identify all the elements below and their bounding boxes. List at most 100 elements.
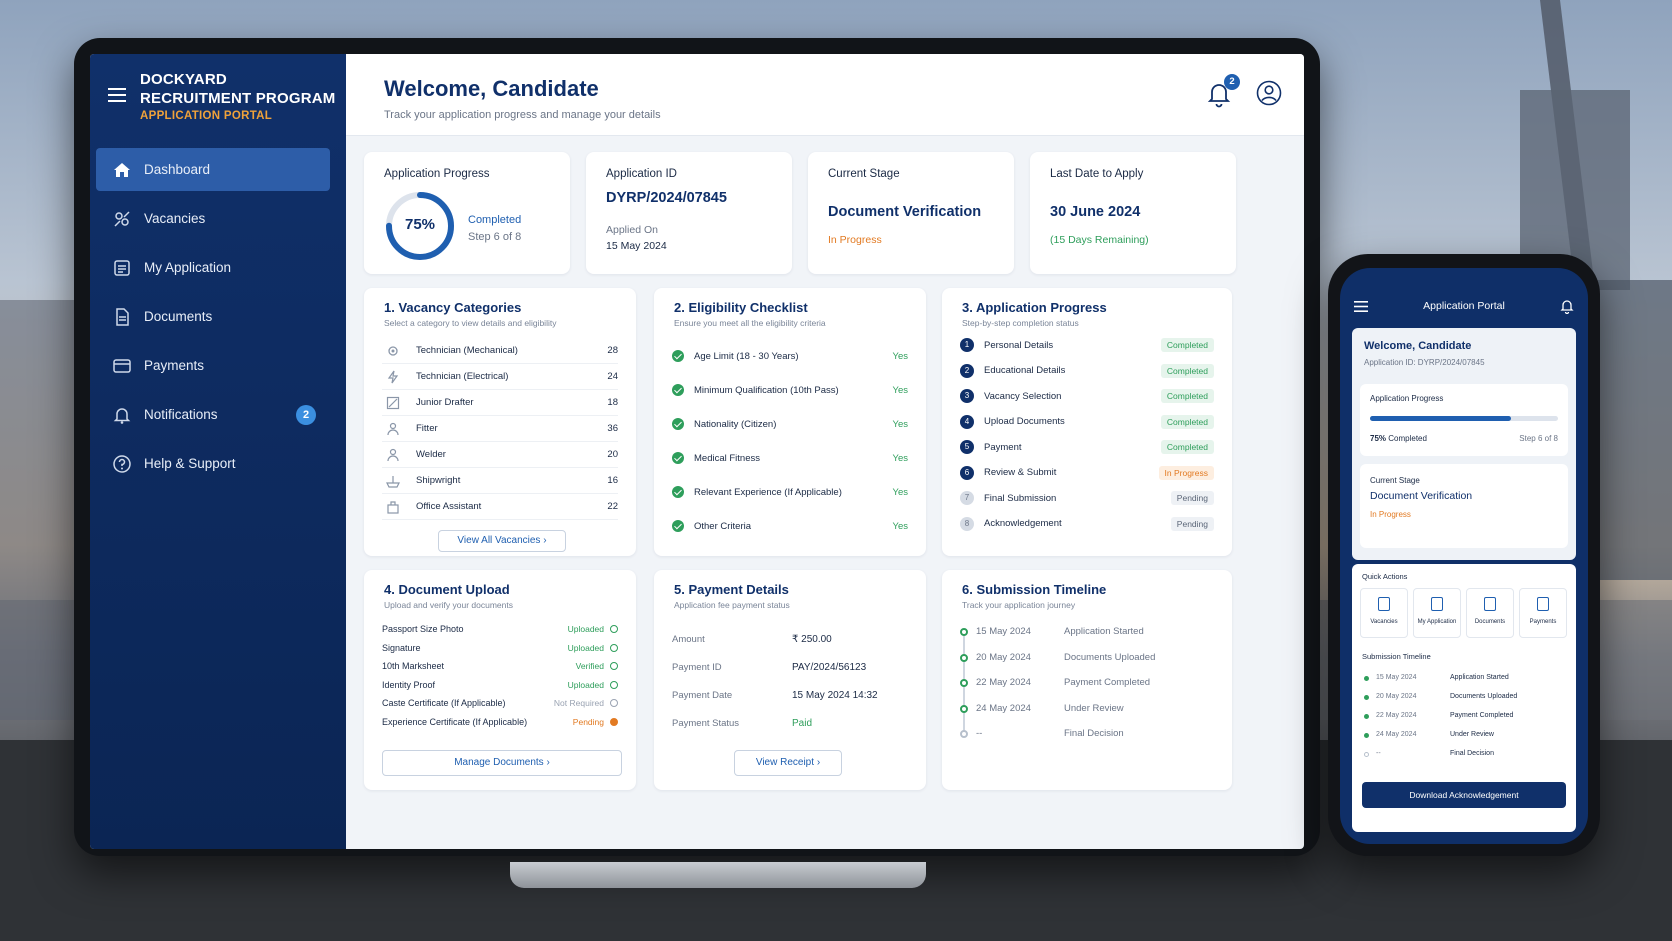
- vacancy-count: 36: [607, 423, 618, 434]
- applied-on-label: Applied On: [606, 224, 658, 236]
- chevron-right-icon: ›: [546, 757, 550, 768]
- criterion-value: Yes: [892, 452, 909, 464]
- sidebar-item-help-support[interactable]: Help & Support: [96, 442, 330, 485]
- quick-action-application[interactable]: My Application: [1413, 588, 1461, 638]
- vacancy-count: 20: [607, 449, 618, 460]
- criterion-name: Age Limit (18 - 30 Years): [694, 350, 799, 362]
- sidebar-item-payments[interactable]: Payments: [96, 344, 330, 387]
- step-status-badge: Completed: [1160, 363, 1214, 378]
- vacancy-name: Technician (Electrical): [416, 371, 509, 382]
- panel-title: 4. Document Upload: [384, 582, 510, 597]
- timeline-row: 15 May 2024 Application Started: [960, 626, 1214, 640]
- sidebar-item-documents[interactable]: Documents: [96, 295, 330, 338]
- step-row: 8 Acknowledgement Pending: [960, 516, 1214, 531]
- document-name: Identity Proof: [382, 679, 436, 690]
- panel-subtitle: Track your application journey: [962, 600, 1076, 610]
- document-row[interactable]: Identity Proof Uploaded: [382, 676, 618, 694]
- criterion-name: Other Criteria: [694, 520, 752, 532]
- lightning-icon: [387, 370, 399, 383]
- vacancy-row[interactable]: Technician (Mechanical) 28: [382, 338, 618, 364]
- user-profile-icon[interactable]: [1256, 80, 1282, 106]
- vacancy-row[interactable]: Welder 20: [382, 442, 618, 468]
- mobile-progress-label: Application Progress: [1370, 394, 1444, 403]
- step-row: 6 Review & Submit In Progress: [960, 465, 1214, 480]
- download-acknowledgement-button[interactable]: Download Acknowledgement: [1362, 782, 1566, 808]
- criterion-name: Minimum Qualification (10th Pass): [694, 384, 839, 396]
- status-check-icon: [610, 699, 618, 707]
- timeline-event: Payment Completed: [1450, 712, 1514, 719]
- step-status-badge: Completed: [1160, 414, 1214, 429]
- document-row[interactable]: Signature Uploaded: [382, 639, 618, 657]
- eligibility-row: Other Criteria Yes: [672, 520, 908, 532]
- sidebar-item-vacancies[interactable]: Vacancies: [96, 197, 330, 240]
- timeline-event: Application Started: [1064, 626, 1144, 637]
- sidebar-item-dashboard[interactable]: Dashboard: [96, 148, 330, 191]
- timeline-row: 22 May 2024 Payment Completed: [960, 677, 1214, 691]
- view-receipt-button[interactable]: View Receipt ›: [734, 750, 842, 776]
- document-row[interactable]: 10th Marksheet Verified: [382, 657, 618, 675]
- progress-step: Step 6 of 8: [468, 231, 522, 243]
- step-number: 8: [960, 516, 974, 531]
- application-icon: [1431, 597, 1443, 611]
- step-status-badge: Pending: [1170, 516, 1214, 531]
- timeline-event: Final Decision: [1450, 750, 1494, 757]
- office-icon: [387, 500, 399, 514]
- timeline-event: Documents Uploaded: [1064, 651, 1156, 663]
- step-number: 6: [960, 465, 974, 480]
- step-name: Review & Submit: [984, 467, 1057, 478]
- menu-icon[interactable]: [108, 88, 126, 102]
- vacancy-row[interactable]: Junior Drafter 18: [382, 390, 618, 416]
- status-check-icon: [610, 625, 618, 633]
- quick-action-documents[interactable]: Documents: [1466, 588, 1514, 638]
- step-status-badge: Completed: [1160, 389, 1214, 403]
- sidebar-item-notifications[interactable]: Notifications 2: [96, 393, 330, 436]
- payment-value: PAY/2024/56123: [792, 662, 867, 673]
- criterion-value: Yes: [892, 350, 909, 362]
- timeline-dot-icon: [1364, 752, 1369, 757]
- step-name: Payment: [984, 441, 1022, 453]
- mobile-timeline-label: Submission Timeline: [1362, 652, 1431, 661]
- timeline-event: Final Decision: [1064, 728, 1124, 739]
- vacancy-row[interactable]: Fitter 36: [382, 416, 618, 442]
- document-row[interactable]: Experience Certificate (If Applicable) Pe…: [382, 713, 618, 731]
- panel-title: 1. Vacancy Categories: [384, 300, 522, 315]
- vacancy-row[interactable]: Office Assistant 22: [382, 494, 618, 520]
- timeline-date: 22 May 2024: [1376, 712, 1417, 719]
- sidebar-item-label: Payments: [144, 358, 205, 373]
- document-upload-panel: 4. Document Upload Upload and verify you…: [364, 570, 636, 790]
- document-status: Not Required: [553, 698, 604, 708]
- check-circle-icon: [672, 350, 684, 362]
- drafting-icon: [386, 396, 400, 409]
- document-row[interactable]: Caste Certificate (If Applicable) Not Req…: [382, 694, 618, 712]
- vacancy-name: Welder: [416, 449, 446, 460]
- mobile-progress-fill: [1370, 416, 1511, 421]
- vacancies-icon: [114, 211, 130, 227]
- button-label: Manage Documents: [454, 757, 544, 768]
- ship-icon: [386, 475, 400, 488]
- manage-documents-button[interactable]: Manage Documents ›: [382, 750, 622, 776]
- step-status-badge: Completed: [1160, 338, 1214, 352]
- timeline-dot-icon: [960, 653, 968, 662]
- document-row[interactable]: Passport Size Photo Uploaded: [382, 620, 618, 638]
- quick-action-label: My Application: [1417, 619, 1457, 625]
- timeline-date: 24 May 2024: [1376, 731, 1417, 738]
- vacancy-row[interactable]: Shipwright 16: [382, 468, 618, 494]
- step-row: 5 Payment Completed: [960, 440, 1214, 454]
- timeline-date: 15 May 2024: [976, 626, 1031, 637]
- timeline-dot-icon: [960, 704, 968, 713]
- stat-label: Application ID: [606, 168, 677, 180]
- quick-action-payments[interactable]: Payments: [1519, 588, 1567, 638]
- monitor-stand: [510, 862, 926, 888]
- sidebar-item-label: Help & Support: [144, 456, 236, 471]
- vacancy-row[interactable]: Technician (Electrical) 24: [382, 364, 618, 390]
- progress-status: Completed: [468, 214, 522, 226]
- timeline-dot-icon: [1364, 733, 1369, 738]
- sidebar-item-my-application[interactable]: My Application: [96, 246, 330, 289]
- mobile-bell-icon[interactable]: [1560, 298, 1574, 314]
- vacancy-name: Fitter: [416, 423, 438, 434]
- timeline-event: Under Review: [1450, 731, 1494, 738]
- view-all-vacancies-button[interactable]: View All Vacancies ›: [438, 530, 566, 552]
- status-text: Completed: [1388, 434, 1427, 443]
- step-name: Final Submission: [984, 492, 1057, 504]
- quick-action-vacancies[interactable]: Vacancies: [1360, 588, 1408, 638]
